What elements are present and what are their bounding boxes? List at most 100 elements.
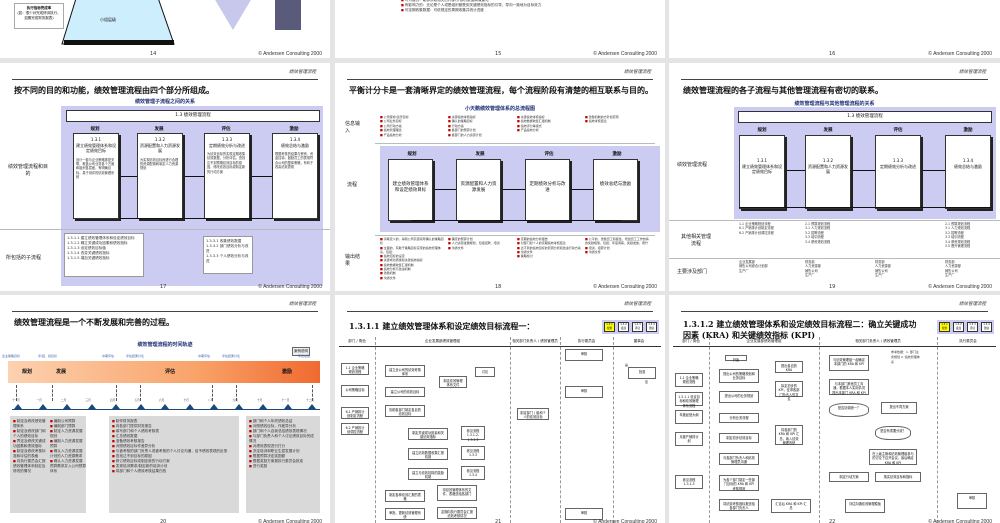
- input-process: 参见流程 1.3.1.3: [675, 475, 703, 489]
- arrow: [787, 170, 805, 171]
- flow-box: 定期向执行委员会汇报绩效考核情况: [437, 507, 477, 519]
- flow-box: 开始: [725, 355, 747, 362]
- process-box: 1.3.2 资源配置和人力资源发展: [805, 135, 851, 209]
- reward-tasks: 部门和个人年终绩效总结对照绩效目标，作差异分析部门和个人自我总结绩效表现情况与部…: [246, 416, 320, 513]
- copyright: © Andersen Consulting 2000: [593, 51, 657, 57]
- input-list: 公司使命/远景目标公司业务目标公司行动方案绩效管理理念产品绩效分析: [380, 115, 446, 137]
- month-label: 七月: [183, 399, 189, 402]
- flow-box: 提出公司的业务规划: [719, 391, 759, 403]
- flow-box: 参见流程 1.3.1.2-1.3.1.5: [461, 426, 485, 442]
- arrow: [121, 176, 137, 177]
- swimlane-divider: [613, 337, 614, 523]
- subprocess-desc: 根据考核的结果与薪资、资金挂钩，鼓励员工的表现符合公司的整体策略，有利于改善绩效…: [275, 152, 314, 170]
- slide-header: 绩效管理流程: [289, 302, 316, 307]
- input-process: 月度产销排计划: [675, 432, 703, 446]
- diagram-title: 绩效管理流程与其他管理流程的关系: [794, 101, 875, 107]
- flow-box: 制定行动方案: [829, 472, 869, 482]
- flow-box: 是否协调统一？: [829, 403, 869, 417]
- phase-tab[interactable]: 1.3.4 激励: [981, 322, 992, 332]
- phase-tab[interactable]: 1.3.1 规划: [604, 322, 615, 332]
- page-number: 14: [150, 51, 157, 57]
- process-box: 1.3.4 绩效总结与激励: [945, 135, 991, 209]
- list-item: 1.3.3.2 部门绩效分析与改进: [206, 244, 249, 253]
- department: 生产厂: [739, 268, 749, 273]
- month-marker: [112, 404, 120, 409]
- slide-header: 绩效管理流程: [959, 70, 986, 75]
- swimlane-header: 部门 / 角色: [348, 339, 366, 343]
- department-list: 财务部 人力资源部 销售公司 生产厂: [875, 260, 935, 278]
- output-item: 沟通文件: [585, 250, 651, 254]
- list-item: 1.3.1.5 增加关键绩效指标: [67, 256, 110, 260]
- list-item: 制定及修改绩效管理体系: [13, 419, 46, 429]
- related-process: 3.4 薪资规划流程: [805, 239, 831, 244]
- phase-tab[interactable]: 1.3.1 规划: [939, 322, 950, 332]
- evaluate-tasks: 制作财务报表向各部门提供财务报告填写部门和个人绩效考核表汇总绩效数据准备绩效考核…: [109, 416, 239, 513]
- flow-box: 拟定初步的 KPI，征求各部门负责人的意见: [775, 381, 803, 401]
- phase-tab[interactable]: 1.3.4 激励: [646, 322, 657, 332]
- copyright: © Andersen Consulting 2000: [258, 519, 322, 523]
- process-name: 定期绩效分析与改进: [880, 163, 916, 169]
- month-label: 六月: [159, 399, 165, 402]
- lane-header-line: [673, 346, 996, 347]
- flow-box: 制定初步绩效目标: [719, 433, 759, 443]
- flow-box: 将各部门的 KRA 和 KPI 汇总，纳入绩效管理系统: [775, 425, 803, 445]
- slide-thumbnail-15[interactable]: 可为接的：能够获取相关的内部/外部的数据确保量化有影响力的：无论是个人或是组织都…: [335, 0, 665, 58]
- swimlane-header: 企业发展部绩效管理组: [425, 339, 460, 343]
- related-process-list: 1.1 企业策略规划流程 6.1 产销排计划制定流程 6.2 产销排计划调控流程: [739, 222, 799, 235]
- flow-box: 审核: [565, 349, 603, 361]
- list-item: 1.3.3.3 个人绩效分析与改进: [206, 254, 249, 263]
- phase-tab[interactable]: 1.3.3 评估: [632, 322, 643, 332]
- month-marker: [87, 404, 96, 409]
- flow-box: 建立公司的绩效目标: [385, 387, 425, 397]
- list-item: 向执行委员会汇报绩效管理体系制定及修改的情况: [13, 459, 46, 474]
- page-number: 15: [495, 51, 502, 57]
- stage-label: 发展: [475, 152, 485, 157]
- stage-label: 发展: [154, 127, 164, 132]
- timeline-bar: [8, 361, 320, 383]
- slide-thumbnail-16[interactable]: 16 © Andersen Consulting 2000: [669, 0, 1000, 58]
- slide-thumbnail-21[interactable]: 绩效管理流程 1.3.1.1 建立绩效管理体系和设定绩效目标流程一： 1.3.1…: [335, 295, 665, 523]
- flow-box: 在上级主管和绩效管理组参与的讨论下召开会议，最后确定 KRA 和 KPI: [869, 449, 917, 465]
- phase-tab[interactable]: 1.3.3 评估: [967, 322, 978, 332]
- yes-label: 是: [625, 363, 629, 367]
- slide-thumbnail-20[interactable]: 绩效管理流程 绩效管理流程是一个不断发展和完善的过程。 绩效管理流程的时间轨迹 …: [0, 295, 330, 523]
- list-item: 将部门和个人绩效考核结果归档: [112, 469, 236, 474]
- process-box: 建立绩效管理体系和设定绩效目标: [388, 159, 433, 221]
- row-label-departments: 主要涉及部门: [677, 269, 708, 275]
- slide-title: 绩效管理流程的各子流程与其他管理流程有密切的联系。: [683, 85, 883, 95]
- input-list: 关键绩效考核指标绩效数据收集汇报机制绩效评分等级式产品绩效分析: [517, 115, 583, 133]
- timeline-event: 年终总结: [298, 354, 311, 358]
- flow-box: 是否有重要分歧？: [875, 426, 911, 440]
- month-label: 八月: [208, 399, 214, 402]
- slide-thumbnail-14[interactable]: 执行指标完成率 (如：很少对完成修训执行、如期完成财务报表) 小组层级 14 © …: [0, 0, 330, 58]
- input-process: 1.1 企业策略规划流程: [341, 363, 369, 375]
- row-label-performance: 绩效管理流程: [677, 162, 708, 168]
- slide-thumbnail-19[interactable]: 绩效管理流程 绩效管理流程的各子流程与其他管理流程有密切的联系。 绩效管理流程与…: [669, 63, 1000, 291]
- process-box: 资源配置和人力资源发展: [456, 159, 501, 221]
- diagram-title: 绩效管理子流程之间的关系: [134, 99, 195, 105]
- process-box: 1.3.1 建立绩效管理体系和设定绩效目标: [739, 135, 785, 209]
- subprocess-box: 1.3.1 建立绩效管理体系和设定绩效目标 设计一套与企业策略紧密关联，覆盖公司业务…: [73, 133, 119, 219]
- slide-thumbnail-17[interactable]: 绩效管理流程 按不同的目的和功能，绩效管理流程由四个部分所组成。 绩效管理子流程…: [0, 63, 330, 291]
- input-item: 产品绩效分析: [517, 128, 583, 132]
- process-name: 建立绩效管理体系和设定绩效目标: [742, 163, 782, 175]
- stage-label: 激励: [963, 128, 973, 133]
- department-list: 企业发展部 销售公司综合计划部 生产厂: [739, 260, 799, 273]
- list-item: 进行奖励: [249, 464, 317, 469]
- timeline-event: 评估结果讨论: [126, 354, 145, 358]
- arrow: [435, 189, 456, 190]
- input-item: 产品绩效分析: [380, 133, 446, 137]
- phase-tab[interactable]: 1.3.2 发展: [618, 322, 629, 332]
- input-process: 公司策略目标: [341, 385, 369, 397]
- swimlane-divider: [375, 337, 376, 523]
- subprocess-name: 建立绩效管理体系和设定绩效目标: [76, 142, 116, 154]
- phase-tab[interactable]: 1.3.2 发展: [953, 322, 964, 332]
- month-marker: [161, 404, 169, 409]
- slide-thumbnail-18[interactable]: 绩效管理流程 平衡计分卡是一套清晰界定的绩效管理流程，每个流程阶段有清楚的相互联…: [335, 63, 665, 291]
- swimlane-divider: [560, 337, 561, 523]
- stage-label: 评估: [544, 152, 554, 157]
- diagram-title: 绩效管理流程的时间轨迹: [137, 342, 193, 348]
- base-level-label: 小组层级: [100, 17, 116, 22]
- slide-thumbnail-22[interactable]: 绩效管理流程 1.3.1.2 建立绩效管理体系和设定绩效目标流程二：确立关键成功…: [669, 295, 1000, 523]
- subprocess-box: 1.3.3 定期绩效分析与改进 为绩效目标的实现定期收集绩效数据，分析评估，查找达不…: [204, 133, 250, 219]
